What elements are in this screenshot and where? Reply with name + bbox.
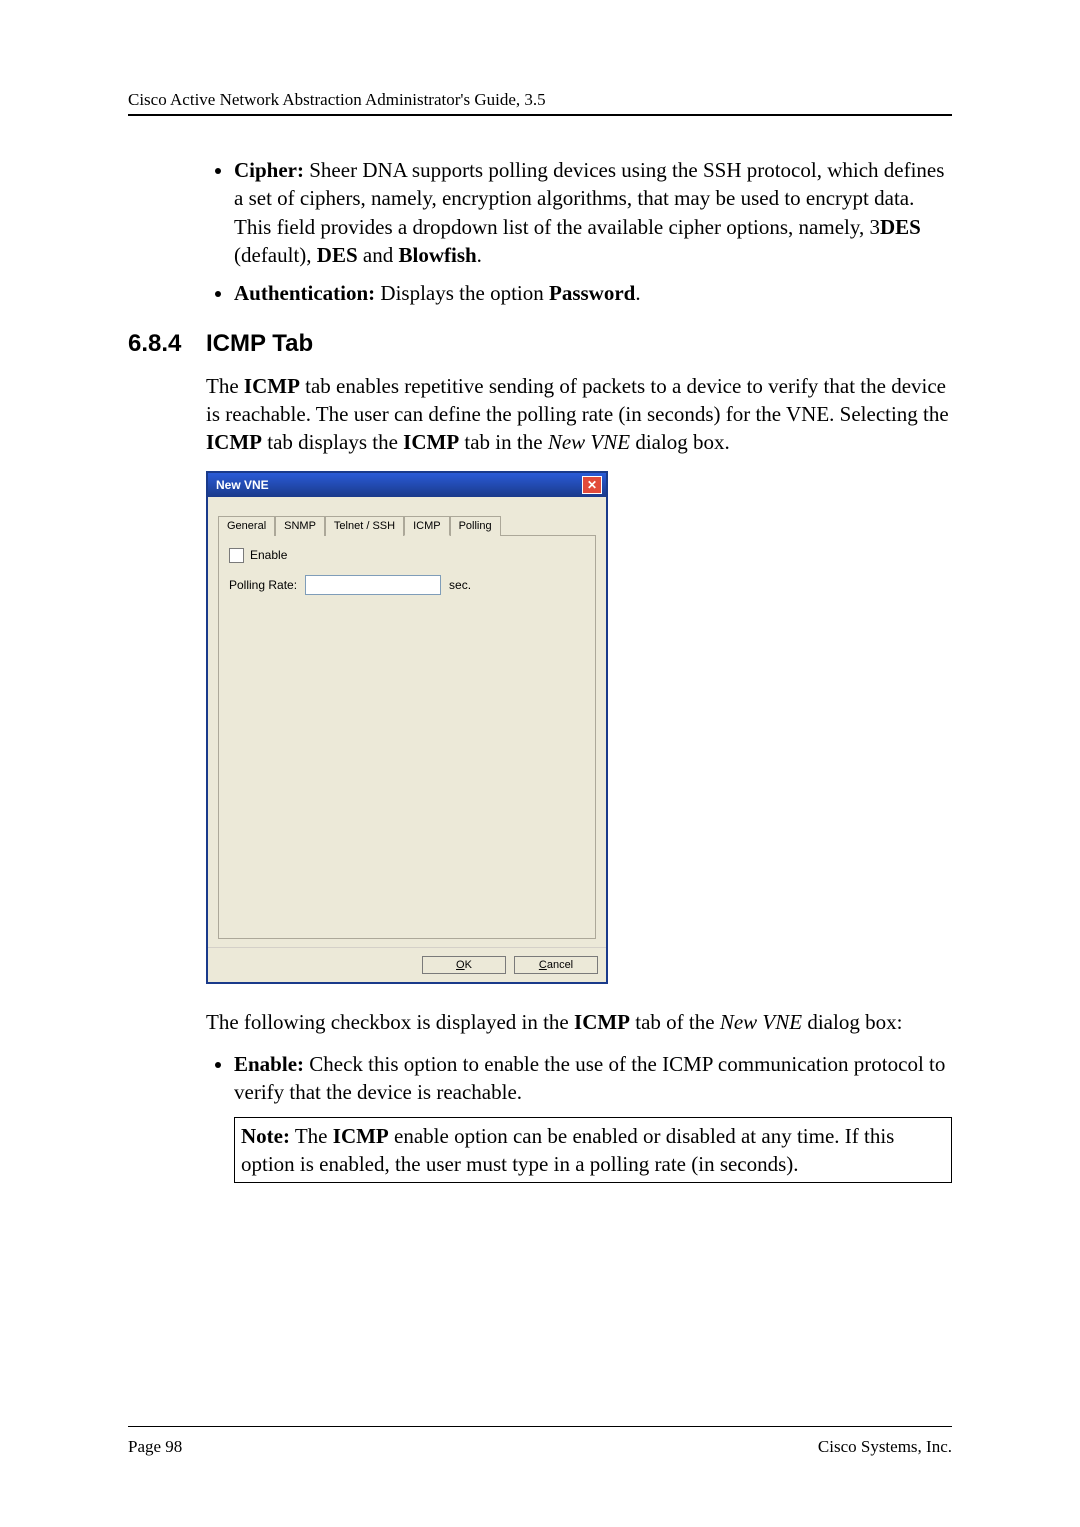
- section-heading: 6.8.4ICMP Tab: [128, 330, 952, 358]
- tab-telnet-ssh[interactable]: Telnet / SSH: [325, 516, 404, 536]
- txt: The: [290, 1124, 333, 1148]
- new-vne-dialog: New VNE ✕ General SNMP Telnet / SSH ICMP…: [206, 471, 608, 984]
- dialog-titlebar[interactable]: New VNE ✕: [208, 473, 606, 497]
- txt: .: [477, 243, 482, 267]
- ok-button[interactable]: OK: [422, 956, 506, 974]
- cancel-button[interactable]: Cancel: [514, 956, 598, 974]
- polling-rate-row: Polling Rate: sec.: [229, 575, 585, 595]
- section-title: ICMP Tab: [206, 330, 313, 357]
- tab-row: General SNMP Telnet / SSH ICMP Polling: [218, 515, 596, 536]
- txt: The following checkbox is displayed in t…: [206, 1010, 574, 1034]
- txt: dialog box.: [630, 430, 730, 454]
- bullet-list-bottom: Enable: Check this option to enable the …: [206, 1050, 952, 1107]
- bold-icmp: ICMP: [206, 430, 262, 454]
- bold-icmp: ICMP: [574, 1010, 630, 1034]
- bullet-lead: Cipher:: [234, 158, 304, 182]
- bullet-text: Check this option to enable the use of t…: [234, 1052, 945, 1104]
- footer-page-number: Page 98: [128, 1437, 182, 1457]
- page-footer: Page 98 Cisco Systems, Inc.: [128, 1426, 952, 1457]
- dialog-title: New VNE: [216, 478, 269, 492]
- bullet-lead: Enable:: [234, 1052, 304, 1076]
- note-lead: Note:: [241, 1124, 290, 1148]
- bold-icmp: ICMP: [244, 374, 300, 398]
- txt: tab in the: [459, 430, 548, 454]
- bullet-authentication: Authentication: Displays the option Pass…: [234, 279, 952, 307]
- tab-content-icmp: Enable Polling Rate: sec.: [218, 536, 596, 939]
- bullet-text: Sheer DNA supports polling devices using…: [234, 158, 944, 239]
- tab-snmp[interactable]: SNMP: [275, 516, 325, 536]
- polling-rate-input[interactable]: [305, 575, 441, 595]
- bullet-enable: Enable: Check this option to enable the …: [234, 1050, 952, 1107]
- enable-row: Enable: [229, 548, 585, 563]
- dialog-button-bar: OK Cancel: [208, 947, 606, 982]
- bullet-text: Displays the option: [375, 281, 549, 305]
- italic-newvne: New VNE: [548, 430, 630, 454]
- enable-checkbox[interactable]: [229, 548, 244, 563]
- bold-des: DES: [317, 243, 358, 267]
- bold-password: Password: [549, 281, 635, 305]
- txt: dialog box:: [802, 1010, 902, 1034]
- enable-label: Enable: [250, 548, 287, 562]
- bullet-list-top: Cipher: Sheer DNA supports polling devic…: [206, 156, 952, 308]
- txt: (default),: [234, 243, 317, 267]
- txt: .: [635, 281, 640, 305]
- txt: tab enables repetitive sending of packet…: [206, 374, 949, 426]
- note-box: Note: The ICMP enable option can be enab…: [234, 1117, 952, 1184]
- bold-3des: DES: [880, 215, 921, 239]
- tab-icmp[interactable]: ICMP: [404, 516, 450, 536]
- section-number: 6.8.4: [128, 330, 206, 358]
- bullet-cipher: Cipher: Sheer DNA supports polling devic…: [234, 156, 952, 269]
- after-dialog-paragraph: The following checkbox is displayed in t…: [206, 1008, 952, 1036]
- txt: tab of the: [630, 1010, 720, 1034]
- txt: and: [358, 243, 399, 267]
- bold-icmp: ICMP: [403, 430, 459, 454]
- close-icon[interactable]: ✕: [582, 476, 602, 494]
- bold-blowfish: Blowfish: [398, 243, 476, 267]
- polling-rate-unit: sec.: [449, 578, 471, 592]
- page-header: Cisco Active Network Abstraction Adminis…: [128, 90, 952, 116]
- txt: The: [206, 374, 244, 398]
- intro-paragraph: The ICMP tab enables repetitive sending …: [206, 372, 952, 457]
- polling-rate-label: Polling Rate:: [229, 578, 297, 592]
- txt: tab displays the: [262, 430, 403, 454]
- dialog-body: General SNMP Telnet / SSH ICMP Polling E…: [208, 497, 606, 947]
- italic-newvne: New VNE: [720, 1010, 802, 1034]
- footer-company: Cisco Systems, Inc.: [818, 1437, 952, 1457]
- bold-icmp: ICMP: [333, 1124, 389, 1148]
- tab-general[interactable]: General: [218, 516, 275, 536]
- bullet-lead: Authentication:: [234, 281, 375, 305]
- tab-polling[interactable]: Polling: [450, 516, 501, 536]
